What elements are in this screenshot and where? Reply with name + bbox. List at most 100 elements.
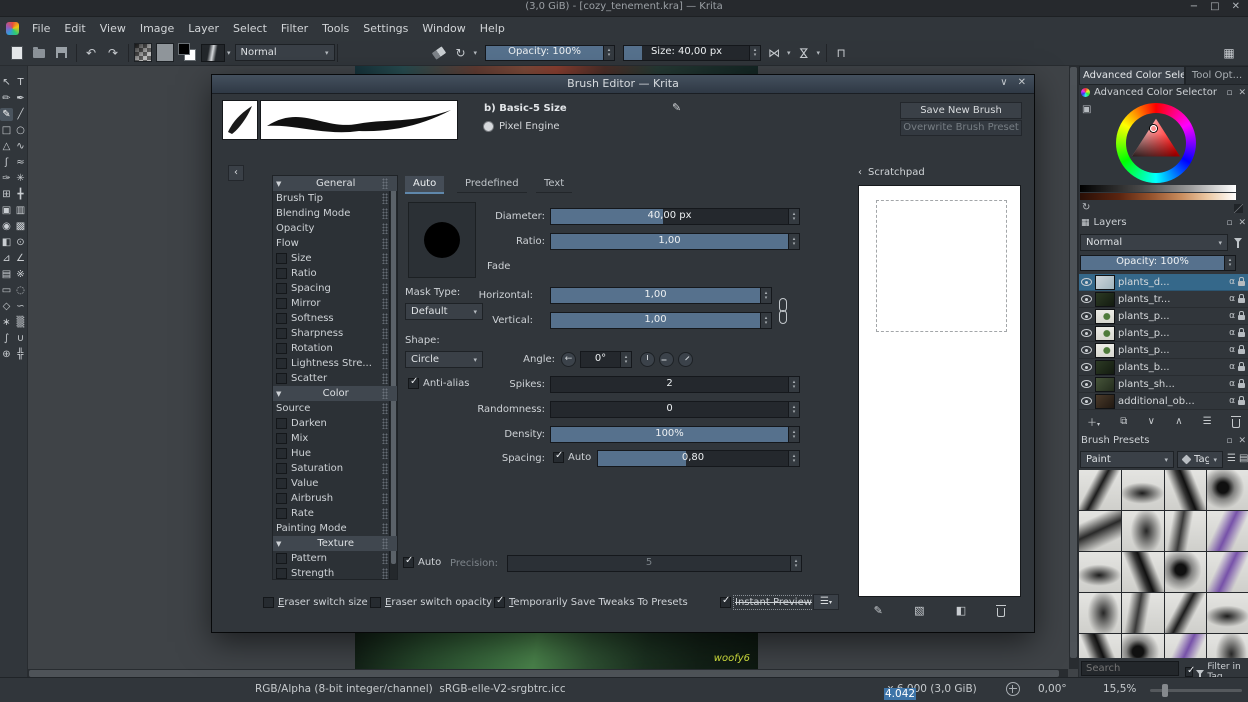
- spacing-spinner[interactable]: ▴ ▾: [788, 451, 799, 466]
- brush-preset-chooser-button[interactable]: [201, 43, 225, 62]
- tool-calligraphy[interactable]: ✒: [14, 92, 27, 105]
- tool-measure[interactable]: ∠: [14, 252, 27, 265]
- horizontal-spinner[interactable]: ▴ ▾: [760, 288, 771, 303]
- tool-fill[interactable]: ◧: [0, 236, 13, 249]
- brush-option-row[interactable]: ▼ Blending Mode: [273, 206, 397, 221]
- tool-crop[interactable]: ▣: [0, 204, 13, 217]
- brush-option-row[interactable]: ▼ Source: [273, 401, 397, 416]
- brush-option-row[interactable]: ▼ Scatter: [273, 371, 397, 386]
- option-checkbox[interactable]: [276, 253, 287, 264]
- reload-preset-button[interactable]: ↻: [452, 44, 470, 62]
- drag-grip-icon[interactable]: [382, 238, 388, 249]
- drag-grip-icon[interactable]: [382, 448, 388, 459]
- layer-row[interactable]: plants_d... α: [1079, 274, 1248, 291]
- drag-grip-icon[interactable]: [382, 538, 388, 549]
- close-docker-icon[interactable]: ✕: [1238, 218, 1246, 228]
- layer-visibility-icon[interactable]: [1081, 380, 1092, 388]
- angle-preset-3-button[interactable]: [678, 352, 693, 367]
- option-checkbox[interactable]: [276, 328, 287, 339]
- drag-grip-icon[interactable]: [382, 328, 388, 339]
- tool-move[interactable]: ╋: [14, 188, 27, 201]
- precision-spinner[interactable]: ▴ ▾: [790, 556, 801, 571]
- color-history-strip[interactable]: [1080, 193, 1236, 200]
- layer-lock-icon[interactable]: [1238, 328, 1245, 337]
- scratchpad-fill-background-icon[interactable]: ◧: [956, 604, 966, 617]
- drag-grip-icon[interactable]: [382, 493, 388, 504]
- angle-preset-2-button[interactable]: [659, 352, 674, 367]
- opacity-slider[interactable]: Opacity: 100% ▴ ▾: [485, 44, 616, 61]
- drag-grip-icon[interactable]: [382, 313, 388, 324]
- layer-lock-icon[interactable]: [1238, 311, 1245, 320]
- foreground-color-swatch[interactable]: [178, 43, 190, 55]
- drag-grip-icon[interactable]: [382, 268, 388, 279]
- preset-list-view-icon[interactable]: ☰: [1227, 453, 1236, 464]
- float-docker-icon[interactable]: ▫: [1226, 436, 1232, 446]
- brush-preset-thumbnail[interactable]: [1079, 470, 1121, 510]
- tool-rectangle[interactable]: □: [0, 124, 13, 137]
- layer-row[interactable]: plants_b... α: [1079, 359, 1248, 376]
- tool-smart-patch[interactable]: ※: [14, 268, 27, 281]
- alpha-lock-icon[interactable]: α: [1229, 379, 1235, 389]
- brush-preset-thumbnail[interactable]: [1207, 552, 1248, 592]
- drag-grip-icon[interactable]: [382, 463, 388, 474]
- preset-menu-button[interactable]: ☰▾: [813, 594, 839, 610]
- randomness-slider[interactable]: 0 ▴ ▾: [550, 401, 800, 418]
- refresh-icon[interactable]: ↻: [1082, 202, 1090, 213]
- precision-auto-checkbox[interactable]: Auto: [403, 555, 441, 568]
- tool-pattern[interactable]: ▩: [14, 220, 27, 233]
- layer-visibility-icon[interactable]: [1081, 312, 1092, 320]
- brush-option-row[interactable]: ▼ Sharpness: [273, 326, 397, 341]
- drag-grip-icon[interactable]: [382, 418, 388, 429]
- option-checkbox[interactable]: [276, 343, 287, 354]
- drag-grip-icon[interactable]: [382, 478, 388, 489]
- tool-ellipse[interactable]: ○: [14, 124, 27, 137]
- brush-preset-thumbnail[interactable]: [1207, 470, 1248, 510]
- menu-item-window[interactable]: Window: [415, 22, 472, 35]
- tab-tool-options[interactable]: Tool Opt...: [1185, 66, 1248, 85]
- spikes-spinner[interactable]: ▴ ▾: [788, 377, 799, 392]
- clear-history-icon[interactable]: [1234, 204, 1243, 213]
- brush-preset-thumbnail[interactable]: [1121, 634, 1164, 658]
- drag-grip-icon[interactable]: [382, 508, 388, 519]
- layer-visibility-icon[interactable]: [1081, 363, 1092, 371]
- tool-pan[interactable]: ╬: [14, 348, 27, 361]
- fade-vertical-slider[interactable]: 1,00 ▴ ▾: [550, 312, 772, 329]
- tool-select-rectangular[interactable]: ▭: [0, 284, 13, 297]
- tool-polygon[interactable]: △: [0, 140, 13, 153]
- brush-option-row[interactable]: ▼ Flow: [273, 236, 397, 251]
- tool-select-magnetic[interactable]: ∪: [14, 332, 27, 345]
- move-layer-up-icon[interactable]: ∧: [1175, 416, 1182, 427]
- tab-advanced-color-selector[interactable]: Advanced Color Sele...: [1079, 66, 1185, 85]
- brush-preset-thumbnail[interactable]: [1079, 511, 1121, 551]
- mirror-horizontal-button[interactable]: ⋈: [765, 44, 783, 62]
- alpha-lock-icon[interactable]: α: [1229, 311, 1235, 321]
- brush-preset-thumbnail[interactable]: [1164, 593, 1207, 633]
- brush-preset-thumbnail[interactable]: [1164, 511, 1207, 551]
- brush-option-row[interactable]: ▼ Hue: [273, 446, 397, 461]
- tab-auto[interactable]: Auto: [405, 176, 445, 194]
- drag-grip-icon[interactable]: [382, 373, 388, 384]
- brush-option-row[interactable]: ▼ Lightness Stre...: [273, 356, 397, 371]
- tool-text[interactable]: T: [14, 76, 27, 89]
- layer-blending-mode-select[interactable]: Normal ▾: [1080, 234, 1228, 251]
- brush-preset-thumbnail[interactable]: [1207, 593, 1248, 633]
- tool-zoom[interactable]: ⊕: [0, 348, 13, 361]
- ratio-spinner[interactable]: ▴ ▾: [788, 234, 799, 249]
- alpha-lock-icon[interactable]: α: [1229, 294, 1235, 304]
- brush-option-row[interactable]: ▼ Softness: [273, 311, 397, 326]
- close-icon[interactable]: ✕: [1232, 1, 1240, 12]
- menu-item-select[interactable]: Select: [226, 22, 274, 35]
- brush-preset-thumbnail[interactable]: [1121, 511, 1164, 551]
- document-dimensions[interactable]: 4.042 x 6.000 (3,0 GiB): [884, 683, 977, 700]
- tab-text[interactable]: Text: [536, 176, 573, 193]
- angle-preset-1-button[interactable]: [640, 352, 655, 367]
- brush-preset-thumbnail[interactable]: [1164, 552, 1207, 592]
- menu-item-image[interactable]: Image: [133, 22, 181, 35]
- tool-dynamic-brush[interactable]: ✑: [0, 172, 13, 185]
- brush-preset-thumbnail[interactable]: [1079, 634, 1121, 658]
- mask-type-select[interactable]: Default ▾: [405, 303, 483, 320]
- save-new-brush-preset-button[interactable]: Save New Brush Preset...: [900, 102, 1022, 131]
- tab-predefined[interactable]: Predefined: [457, 176, 527, 193]
- option-checkbox[interactable]: [276, 553, 287, 564]
- vertical-spinner[interactable]: ▴ ▾: [760, 313, 771, 328]
